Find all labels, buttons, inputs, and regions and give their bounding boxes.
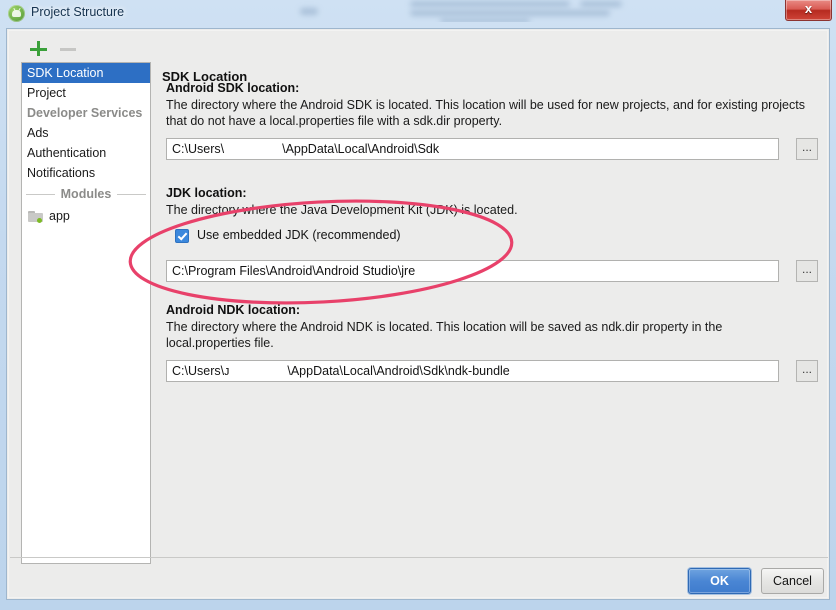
use-embedded-jdk-label: Use embedded JDK (recommended) xyxy=(197,228,401,242)
sidebar-modules-label: Modules xyxy=(54,187,118,201)
ndk-location-field-row: C:\Users\ᴊ \AppData\Local\Android\Sdk\ndk… xyxy=(166,360,818,382)
ok-button[interactable]: OK xyxy=(688,568,751,594)
section-android-ndk-location: Android NDK location: The directory wher… xyxy=(166,303,818,382)
jdk-location-input[interactable]: C:\Program Files\Android\Android Studio\… xyxy=(166,260,779,282)
folder-icon xyxy=(28,210,44,223)
remove-module-button xyxy=(57,37,79,59)
jdk-location-browse-button[interactable]: ... xyxy=(796,260,818,282)
sdk-location-title: Android SDK location: xyxy=(166,81,300,95)
sidebar-item-authentication[interactable]: Authentication xyxy=(22,143,150,163)
jdk-location-description: The directory where the Java Development… xyxy=(166,203,518,217)
ndk-location-value-suffix: \AppData\Local\Android\Sdk\ndk-bundle xyxy=(287,364,510,378)
jdk-location-field-row: C:\Program Files\Android\Android Studio\… xyxy=(166,260,818,282)
use-embedded-jdk-checkbox-row[interactable]: Use embedded JDK (recommended) xyxy=(166,228,426,246)
sidebar-item-developer-services[interactable]: Developer Services xyxy=(22,103,150,123)
ndk-location-title: Android NDK location: xyxy=(166,303,301,317)
sidebar-toolbar xyxy=(19,37,151,61)
ndk-location-browse-button[interactable]: ... xyxy=(796,360,818,382)
close-icon: x xyxy=(804,1,813,16)
sidebar-item-notifications[interactable]: Notifications xyxy=(22,163,150,183)
sidebar[interactable]: SDK Location Project Developer Services … xyxy=(21,62,151,564)
close-button[interactable]: x xyxy=(785,0,832,21)
sdk-location-value-prefix: C:\Users\ xyxy=(172,142,225,156)
cancel-button[interactable]: Cancel xyxy=(761,568,824,594)
sidebar-modules-separator: Modules xyxy=(22,183,150,205)
title-bar: Project Structure x xyxy=(0,0,836,28)
footer-divider xyxy=(10,557,828,558)
sidebar-item-project[interactable]: Project xyxy=(22,83,150,103)
sidebar-module-app[interactable]: app xyxy=(22,205,150,227)
window-title: Project Structure xyxy=(31,5,125,19)
sdk-location-description: The directory where the Android SDK is l… xyxy=(166,98,805,128)
section-android-sdk-location: Android SDK location: The directory wher… xyxy=(166,81,818,160)
jdk-location-title: JDK location: xyxy=(166,186,247,200)
sdk-location-field-row: C:\Users\ \AppData\Local\Android\Sdk ... xyxy=(166,138,818,160)
sidebar-module-label: app xyxy=(49,209,70,223)
sdk-location-value-suffix: \AppData\Local\Android\Sdk xyxy=(282,142,440,156)
use-embedded-jdk-checkbox[interactable] xyxy=(175,229,189,243)
sidebar-item-ads[interactable]: Ads xyxy=(22,123,150,143)
add-module-button[interactable] xyxy=(27,37,49,59)
ndk-location-value-prefix: C:\Users\ᴊ xyxy=(172,364,230,378)
ndk-location-input[interactable]: C:\Users\ᴊ \AppData\Local\Android\Sdk\ndk… xyxy=(166,360,779,382)
sidebar-item-sdk-location[interactable]: SDK Location xyxy=(22,63,150,83)
ndk-location-description: The directory where the Android NDK is l… xyxy=(166,320,723,350)
android-studio-icon xyxy=(8,5,25,22)
dialog-inner: SDK Location Project Developer Services … xyxy=(8,30,828,598)
sdk-location-input[interactable]: C:\Users\ \AppData\Local\Android\Sdk xyxy=(166,138,779,160)
dialog-body: SDK Location Project Developer Services … xyxy=(6,28,830,600)
section-jdk-location: JDK location: The directory where the Ja… xyxy=(166,186,818,282)
project-structure-window: Project Structure x SDK Location Project… xyxy=(0,0,836,610)
sdk-location-browse-button[interactable]: ... xyxy=(796,138,818,160)
